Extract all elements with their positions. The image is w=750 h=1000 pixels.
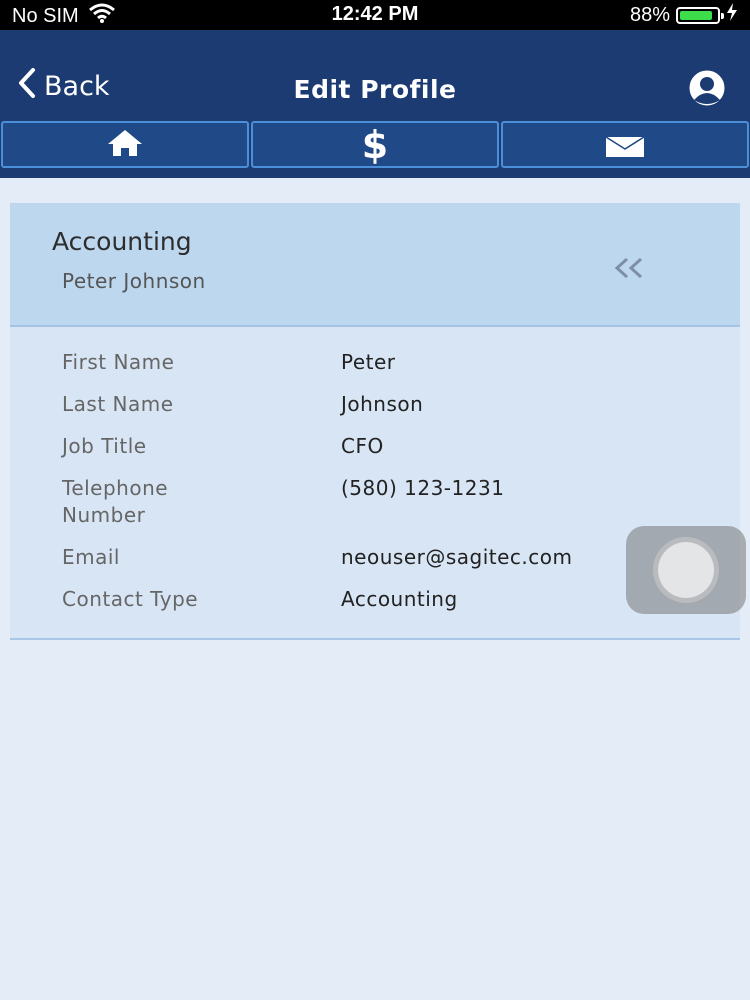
home-icon — [106, 123, 144, 167]
tab-home[interactable] — [1, 121, 249, 168]
field-row-last-name: Last Name Johnson — [10, 391, 740, 433]
page-title: Edit Profile — [293, 75, 457, 104]
battery-icon — [676, 6, 724, 24]
battery-percent: 88% — [629, 3, 670, 26]
assistive-touch-button[interactable] — [626, 526, 746, 614]
user-profile-icon[interactable] — [682, 68, 732, 112]
field-label: Last Name — [62, 392, 174, 416]
field-row-first-name: First Name Peter — [10, 349, 740, 391]
field-label: Contact Type — [62, 587, 199, 611]
field-label: Telephone Number — [62, 476, 169, 527]
field-value[interactable]: CFO — [341, 433, 384, 475]
double-chevron-left-icon[interactable] — [612, 253, 646, 288]
battery-level-fill — [680, 10, 712, 20]
tab-bar: $ — [0, 118, 750, 178]
card-subtitle: Peter Johnson — [62, 269, 206, 293]
status-right: 88% — [630, 3, 738, 27]
navigation-bar: Back Edit Profile — [0, 30, 750, 118]
field-label: First Name — [62, 350, 175, 374]
field-label: Email — [62, 545, 120, 569]
field-label: Job Title — [62, 434, 147, 458]
field-value[interactable]: Peter — [341, 349, 396, 391]
field-value[interactable]: Johnson — [341, 391, 423, 433]
field-row-job-title: Job Title CFO — [10, 433, 740, 475]
dollar-icon: $ — [361, 122, 389, 167]
assistive-touch-circle-icon — [658, 542, 714, 598]
tab-mail[interactable] — [501, 121, 749, 168]
status-bar: No SIM 12:42 PM 88% — [0, 0, 750, 30]
mail-icon — [605, 123, 645, 167]
field-value[interactable]: neouser@sagitec.com — [341, 544, 572, 586]
tab-dollar[interactable]: $ — [251, 121, 499, 168]
card-header[interactable]: Accounting Peter Johnson — [10, 203, 740, 327]
field-value[interactable]: (580) 123-1231 — [341, 475, 504, 544]
card-title: Accounting — [52, 227, 192, 256]
charging-icon — [726, 3, 738, 27]
field-value[interactable]: Accounting — [341, 586, 458, 628]
